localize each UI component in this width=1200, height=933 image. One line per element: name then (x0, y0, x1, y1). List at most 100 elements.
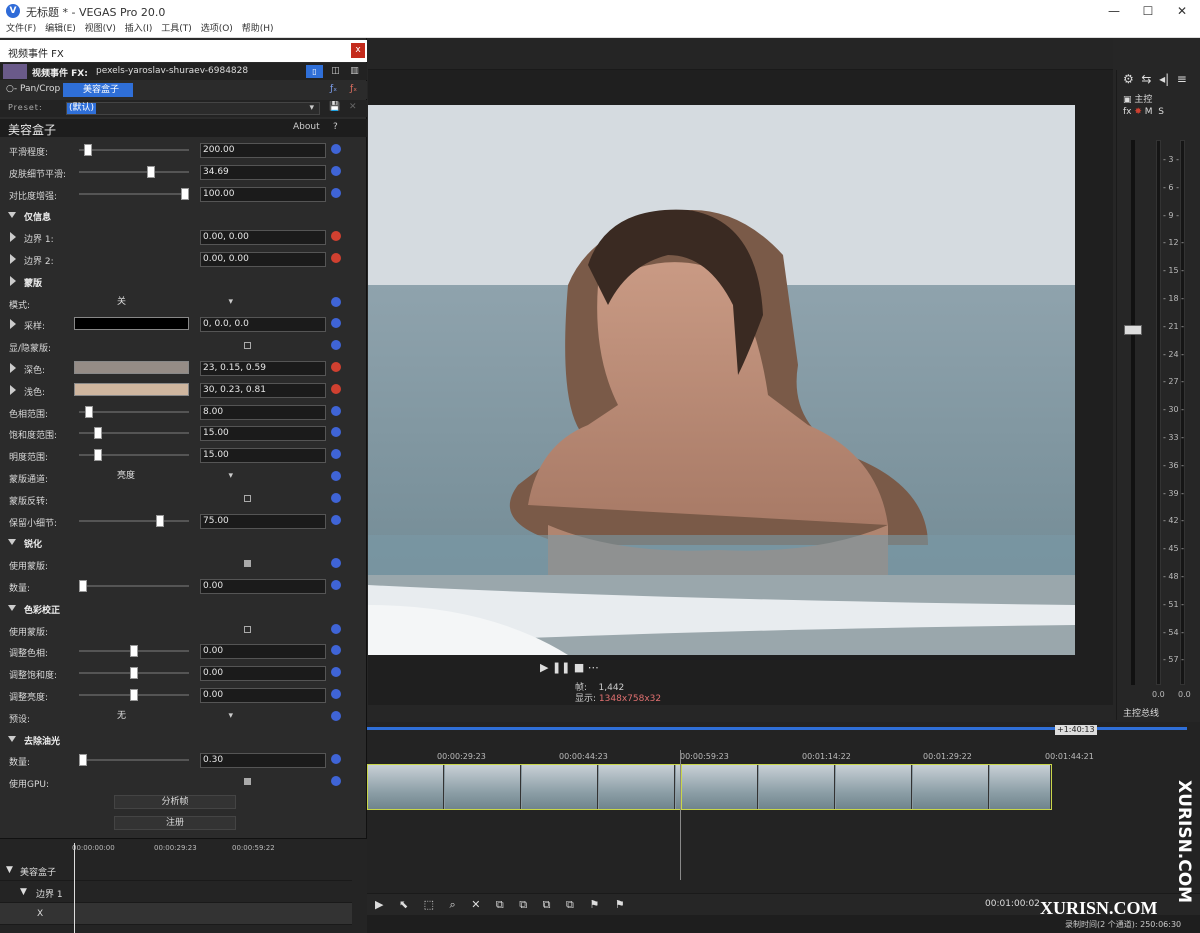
param-value-field[interactable]: 100.00 (200, 186, 326, 202)
param-checkbox[interactable] (244, 342, 251, 350)
slider-knob[interactable] (130, 645, 138, 658)
help-button[interactable]: ? (333, 122, 338, 132)
keyframe-icon[interactable] (331, 165, 341, 176)
param-value-field[interactable]: 200.00 (200, 143, 326, 158)
expand-icon[interactable] (10, 384, 16, 395)
kf-cursor[interactable] (74, 843, 75, 933)
menu-view[interactable]: 视图(V) (85, 22, 116, 37)
expand-icon[interactable] (10, 254, 16, 264)
keyframe-icon[interactable] (331, 776, 341, 787)
param-slider[interactable] (79, 449, 189, 462)
param-slider[interactable] (79, 689, 189, 701)
param-value-field[interactable]: 8.00 (200, 404, 326, 420)
master-fader-track[interactable] (1131, 140, 1135, 685)
slider-knob[interactable] (130, 667, 138, 680)
expand-icon[interactable] (10, 232, 16, 243)
param-value-field[interactable]: 0.00 (200, 579, 326, 594)
register-button[interactable]: 注册 (114, 816, 236, 830)
expand-icon[interactable] (8, 212, 16, 219)
param-slider[interactable] (79, 645, 189, 658)
fx-close-button[interactable]: x (351, 43, 365, 58)
color-swatch[interactable] (74, 382, 189, 396)
minimize-icon[interactable]: — (1096, 2, 1132, 20)
keyframe-icon[interactable] (331, 710, 341, 721)
param-value-field[interactable]: 0.00, 0.00 (200, 230, 326, 246)
param-slider[interactable] (79, 580, 189, 592)
param-value-field[interactable]: 0.00, 0.00 (200, 252, 326, 267)
keyframe-icon[interactable] (331, 405, 341, 416)
add-fx-icon[interactable]: ƒₓ (330, 84, 337, 94)
keyframe-icon[interactable] (331, 362, 341, 372)
expand-icon[interactable] (8, 539, 16, 546)
keyframe-icon[interactable] (331, 296, 341, 307)
param-slider[interactable] (79, 165, 189, 178)
color-swatch[interactable] (74, 317, 189, 331)
slider-knob[interactable] (94, 427, 103, 440)
param-value-field[interactable]: 15.00 (200, 426, 326, 442)
expand-icon[interactable] (8, 604, 16, 611)
keyframe-icon[interactable] (331, 689, 341, 699)
view-single-icon[interactable]: ▯ (306, 65, 323, 78)
param-checkbox[interactable] (244, 560, 251, 568)
keyframe-icon[interactable] (331, 318, 341, 329)
param-slider[interactable] (79, 754, 189, 767)
param-value-field[interactable]: 75.00 (200, 513, 326, 529)
keyframe-icon[interactable] (331, 383, 341, 394)
view-grid-icon[interactable]: ▥ (346, 65, 363, 78)
keyframe-icon[interactable] (331, 754, 341, 765)
param-dropdown[interactable]: 亮度 (115, 470, 235, 484)
keyframe-icon[interactable] (331, 471, 341, 481)
playhead[interactable] (680, 750, 681, 880)
preset-dropdown[interactable]: (默认) ▾ (66, 102, 320, 115)
slider-knob[interactable] (181, 187, 189, 200)
param-value-field[interactable]: 0.00 (200, 688, 326, 703)
chain-pancrop[interactable]: ○- Pan/Crop - (6, 84, 66, 94)
param-value-field[interactable]: 30, 0.23, 0.81 (200, 382, 326, 398)
param-slider[interactable] (79, 667, 189, 680)
remove-fx-icon[interactable]: ƒₓ (350, 84, 357, 94)
slider-knob[interactable] (84, 144, 93, 156)
param-value-field[interactable]: 23, 0.15, 0.59 (200, 361, 326, 376)
view-split-icon[interactable]: ◫ (327, 65, 344, 78)
slider-knob[interactable] (155, 514, 164, 527)
chain-beauty-box[interactable]: 美容盒子 (63, 83, 133, 97)
expand-icon[interactable] (10, 319, 16, 330)
expand-icon[interactable] (10, 275, 16, 286)
analyze-frame-button[interactable]: 分析帧 (114, 795, 236, 809)
param-value-field[interactable]: 15.00 (200, 448, 326, 464)
slider-knob[interactable] (130, 689, 138, 701)
keyframe-icon[interactable] (331, 558, 341, 569)
menu-options[interactable]: 选项(O) (201, 22, 233, 37)
transport-controls[interactable]: ▶ ❚❚ ■ ⋯ (540, 661, 599, 674)
menu-tools[interactable]: 工具(T) (161, 22, 192, 37)
keyframe-icon[interactable] (331, 449, 341, 460)
keyframe-icon[interactable] (331, 623, 341, 634)
param-checkbox[interactable] (244, 494, 251, 502)
keyframe-icon[interactable] (331, 340, 341, 351)
keyframe-icon[interactable] (331, 580, 341, 590)
param-slider[interactable] (79, 514, 189, 527)
timeline-tool-icons[interactable]: ▶ ⬉ ⬚ ⌕ ✕ ⧉ ⧉ ⧉ ⧉ ⚑ ⚑ (375, 898, 631, 912)
keyframe-icon[interactable] (331, 514, 341, 525)
keyframe-ruler[interactable]: 00:00:00:00 00:00:29:23 00:00:59:22 (72, 841, 352, 855)
keyframe-icon[interactable] (331, 427, 341, 438)
keyframe-icon[interactable] (331, 667, 341, 678)
param-slider[interactable] (79, 187, 189, 200)
expand-icon[interactable] (8, 735, 16, 742)
kf-track-beauty[interactable]: ▼ 美容盒子 (0, 859, 352, 881)
param-value-field[interactable]: 0, 0.0, 0.0 (200, 317, 326, 333)
close-window-icon[interactable]: ✕ (1164, 2, 1200, 20)
keyframe-icon[interactable] (331, 645, 341, 656)
param-checkbox[interactable] (244, 778, 251, 786)
param-value-field[interactable]: 0.00 (200, 644, 326, 660)
param-slider[interactable] (79, 405, 189, 418)
slider-knob[interactable] (79, 580, 87, 592)
about-button[interactable]: About (293, 122, 320, 132)
kf-track-x[interactable]: X (0, 903, 352, 925)
save-preset-icon[interactable]: 💾 (329, 102, 340, 112)
slider-knob[interactable] (94, 449, 103, 462)
slider-knob[interactable] (85, 405, 94, 418)
keyframe-icon[interactable] (331, 144, 341, 154)
keyframe-icon[interactable] (331, 187, 341, 198)
kf-track-boundary[interactable]: ▼ 边界 1 (0, 881, 352, 903)
